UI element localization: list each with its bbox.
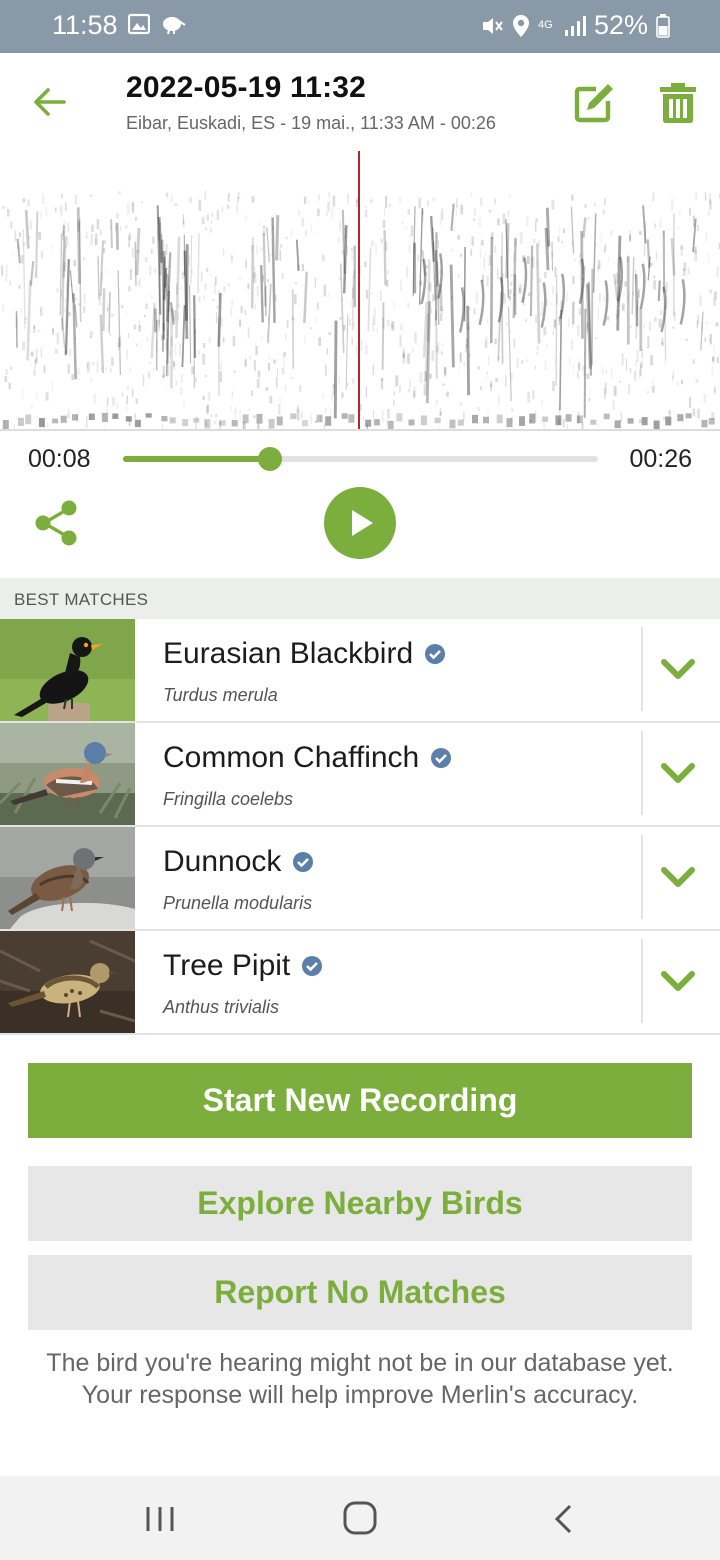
network-type: 4G [537, 19, 553, 31]
share-icon [35, 500, 77, 546]
total-time: 00:26 [629, 445, 692, 473]
start-new-recording-button[interactable]: Start New Recording [28, 1063, 692, 1138]
seek-bar[interactable] [123, 447, 598, 471]
delete-button[interactable] [656, 81, 700, 125]
mute-icon [482, 17, 503, 34]
home-icon[interactable] [342, 1500, 378, 1536]
bird-common-name: Dunnock [163, 845, 282, 878]
chevron-down-icon[interactable] [658, 757, 698, 789]
recording-header: 2022-05-19 11:32 Eibar, Euskadi, ES - 19… [0, 53, 720, 151]
page-title: 2022-05-19 11:32 [126, 71, 367, 104]
status-time: 11:58 [52, 10, 118, 40]
battery-icon [656, 13, 670, 38]
bird-photo-chaffinch [0, 723, 135, 825]
kiwi-icon [163, 17, 186, 35]
bird-scientific-name: Turdus merula [163, 685, 278, 705]
seek-bar-thumb[interactable] [258, 447, 283, 471]
best-matches-header: BEST MATCHES [0, 578, 720, 619]
bird-scientific-name: Fringilla coelebs [163, 789, 294, 809]
bird-scientific-name: Anthus trivialis [163, 997, 280, 1017]
back-arrow-icon [34, 88, 66, 116]
matches-list: Eurasian Blackbird Turdus merula Common … [0, 619, 720, 1035]
match-item[interactable]: Eurasian Blackbird Turdus merula [0, 619, 720, 723]
current-time: 00:08 [28, 445, 91, 473]
recording-details: Eibar, Euskadi, ES - 19 mai., 11:33 AM -… [126, 113, 496, 133]
explore-nearby-birds-button[interactable]: Explore Nearby Birds [28, 1166, 692, 1241]
bird-photo-tree-pipit [0, 931, 135, 1033]
location-icon [512, 14, 529, 37]
gallery-icon [128, 13, 150, 35]
verified-icon [302, 956, 323, 976]
spectrogram[interactable] [0, 151, 720, 431]
match-item[interactable]: Dunnock Prunella modularis [0, 827, 720, 931]
match-item[interactable]: Tree Pipit Anthus trivialis [0, 931, 720, 1035]
bird-common-name: Eurasian Blackbird [163, 637, 414, 670]
nav-back-icon[interactable] [548, 1502, 578, 1536]
bird-scientific-name: Prunella modularis [163, 893, 313, 913]
section-label: BEST MATCHES [14, 590, 149, 609]
bird-photo-blackbird [0, 619, 135, 721]
chevron-down-icon[interactable] [658, 965, 698, 997]
bird-common-name: Tree Pipit [163, 949, 291, 982]
help-note: The bird you're hearing might not be in … [46, 1349, 674, 1409]
play-button[interactable] [324, 487, 396, 559]
verified-icon [431, 748, 452, 768]
edit-icon [574, 84, 613, 123]
play-icon [352, 510, 373, 536]
recent-apps-icon[interactable] [142, 1504, 178, 1534]
seek-bar-progress [123, 456, 271, 462]
report-no-matches-button[interactable]: Report No Matches [28, 1255, 692, 1330]
verified-icon [425, 644, 446, 664]
spectrogram-image [1, 191, 720, 431]
chevron-down-icon[interactable] [658, 653, 698, 685]
status-bar: 11:58 4G 52% [0, 0, 720, 53]
signal-icon [564, 15, 586, 36]
bird-common-name: Common Chaffinch [163, 741, 420, 774]
verified-icon [293, 852, 314, 872]
bird-photo-dunnock [0, 827, 135, 929]
system-nav-bar [0, 1476, 720, 1560]
share-button[interactable] [32, 497, 80, 549]
playhead-line [358, 151, 360, 431]
edit-button[interactable] [572, 81, 616, 125]
audio-player: 00:08 00:26 [0, 431, 720, 578]
battery-percent: 52% [593, 10, 648, 40]
back-button[interactable] [28, 81, 70, 123]
match-item[interactable]: Common Chaffinch Fringilla coelebs [0, 723, 720, 827]
chevron-down-icon[interactable] [658, 861, 698, 893]
trash-icon [660, 83, 696, 123]
